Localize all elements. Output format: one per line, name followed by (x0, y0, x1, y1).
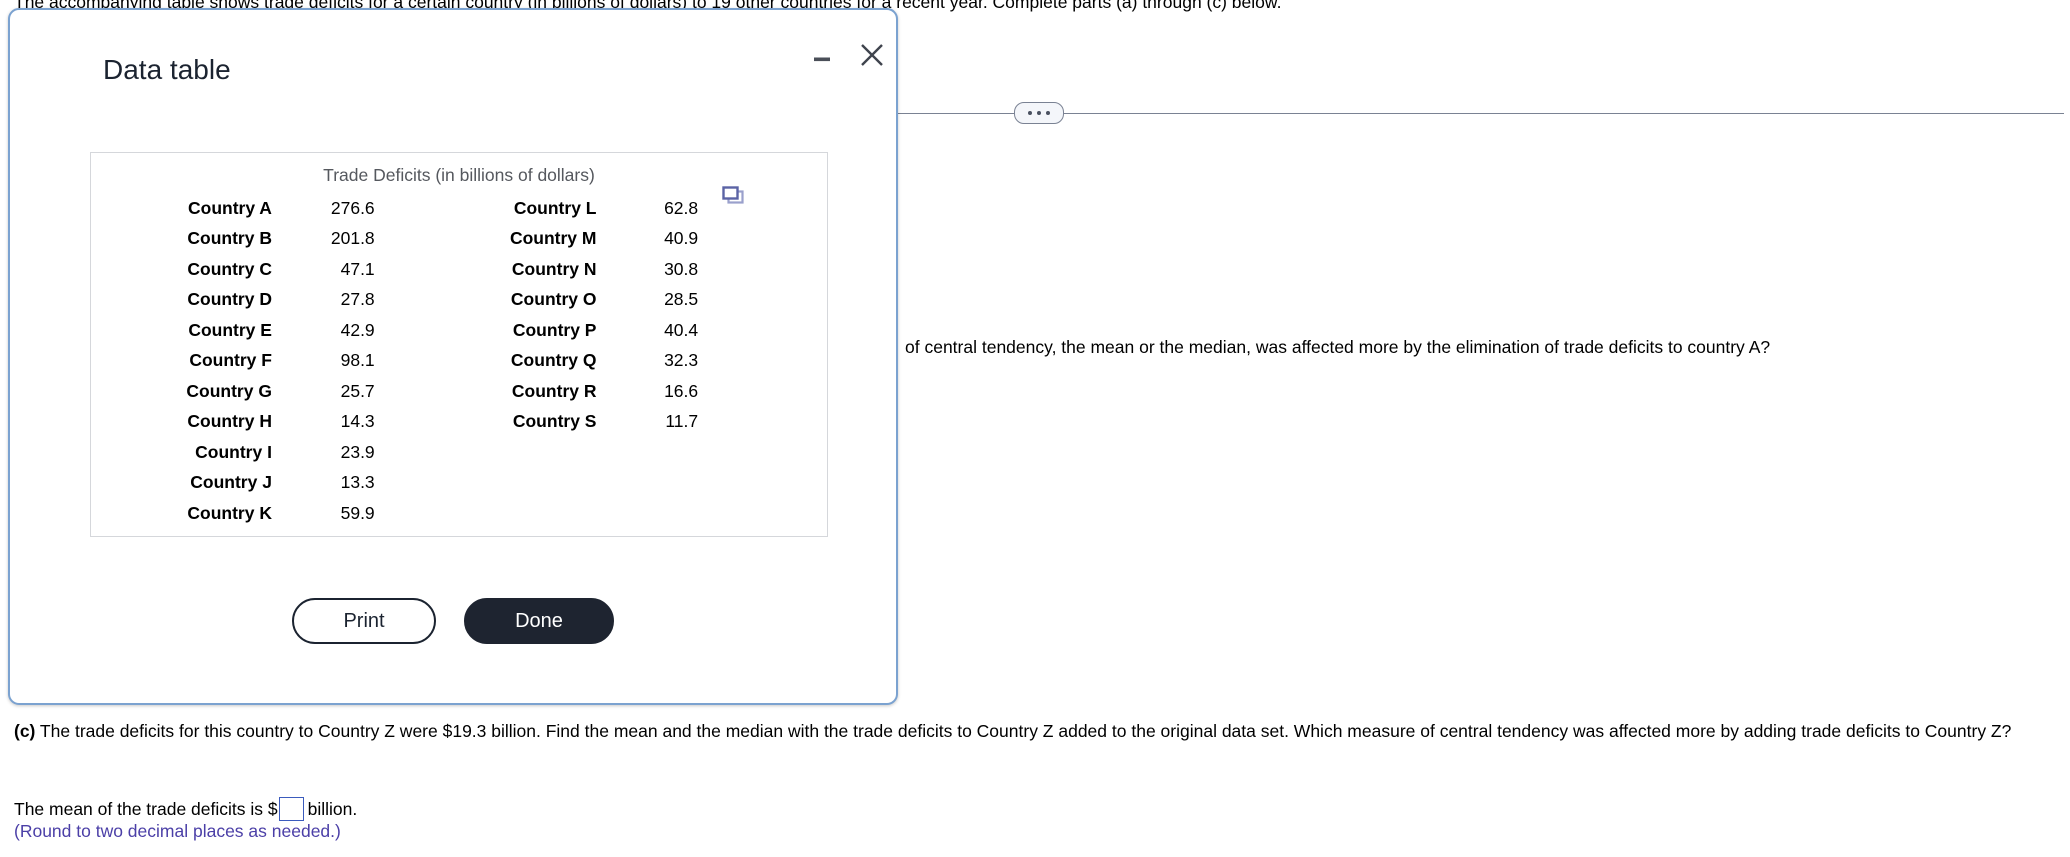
country-name: Country Q (510, 350, 597, 371)
country-value: 47.1 (340, 258, 375, 279)
table-spacer (720, 315, 827, 346)
country-name: Country E (188, 319, 272, 340)
mean-answer-prefix: The mean of the trade deficits is $ (14, 799, 278, 819)
table-spacer (720, 468, 827, 499)
part-b-text: of central tendency, the mean or the med… (905, 337, 1771, 357)
close-icon[interactable] (855, 38, 889, 72)
dialog-title: Data table (103, 54, 231, 85)
country-name (393, 468, 597, 499)
country-value: 276.6 (330, 197, 375, 218)
country-name (393, 498, 597, 529)
table-row: Country B 201.8 Country M 40.9 (91, 224, 827, 255)
country-name: Country I (195, 441, 272, 462)
rounding-hint: (Round to two decimal places as needed.) (14, 821, 341, 841)
dialog-actions: Print Done (10, 598, 896, 644)
table-row: Country K 59.9 (91, 498, 827, 529)
country-name: Country O (510, 289, 597, 310)
country-name: Country A (188, 197, 272, 218)
table-spacer (720, 498, 827, 529)
table-row: Country D 27.8 Country O 28.5 (91, 285, 827, 316)
data-table-dialog: Data table Trade Deficits (in billions o… (8, 8, 898, 705)
table-row: Country J 13.3 (91, 468, 827, 499)
minimize-icon[interactable] (806, 43, 838, 75)
ellipsis-dot (1046, 111, 1050, 115)
part-c-question: (c) The trade deficits for this country … (14, 719, 2060, 743)
country-value: 16.6 (664, 380, 699, 401)
table-spacer (720, 224, 827, 255)
copy-icon[interactable] (722, 186, 746, 208)
country-value: 201.8 (330, 228, 375, 249)
ellipsis-dot (1037, 111, 1041, 115)
mean-answer-suffix: billion. (307, 799, 358, 819)
country-value: 13.3 (340, 472, 375, 493)
mean-answer-line: The mean of the trade deficits is $ bill… (14, 797, 357, 821)
table-spacer (720, 346, 827, 377)
table-spacer (720, 376, 827, 407)
table-row: Country C 47.1 Country N 30.8 (91, 254, 827, 285)
country-name: Country S (512, 411, 597, 432)
table-row: Country I 23.9 (91, 437, 827, 468)
table-row: Country G 25.7 Country R 16.6 (91, 376, 827, 407)
part-c-label: (c) (14, 721, 36, 741)
done-button[interactable]: Done (464, 598, 614, 644)
country-value: 23.9 (340, 441, 375, 462)
country-value: 59.9 (340, 502, 375, 523)
country-name: Country D (187, 289, 272, 310)
print-button[interactable]: Print (292, 598, 436, 644)
table-caption: Trade Deficits (in billions of dollars) (323, 165, 595, 185)
country-name: Country N (511, 258, 597, 279)
country-value: 25.7 (340, 380, 375, 401)
table-row: Country F 98.1 Country Q 32.3 (91, 346, 827, 377)
country-value: 27.8 (340, 289, 375, 310)
country-value: 62.8 (664, 197, 699, 218)
country-value: 11.7 (665, 411, 699, 432)
country-name: Country G (186, 380, 272, 401)
part-c-text: The trade deficits for this country to C… (35, 721, 2012, 741)
country-name: Country F (189, 350, 272, 371)
table-spacer (720, 437, 827, 468)
country-name: Country P (512, 319, 597, 340)
country-name: Country C (187, 258, 272, 279)
country-value (596, 468, 720, 499)
table-spacer (720, 285, 827, 316)
country-name (393, 437, 597, 468)
table-row: Country A 276.6 Country L 62.8 (91, 193, 827, 224)
country-value: 40.4 (664, 319, 699, 340)
country-value (596, 437, 720, 468)
country-value: 98.1 (340, 350, 375, 371)
country-name: Country B (187, 228, 272, 249)
ellipsis-dot (1028, 111, 1032, 115)
table-body: Country A 276.6 Country L 62.8 Country B… (91, 193, 827, 529)
country-name: Country H (187, 411, 272, 432)
country-value: 30.8 (664, 258, 699, 279)
country-value: 32.3 (664, 350, 699, 371)
country-name: Country K (187, 502, 272, 523)
country-value: 28.5 (664, 289, 699, 310)
country-name: Country J (190, 472, 272, 493)
table-row: Country E 42.9 Country P 40.4 (91, 315, 827, 346)
country-value: 40.9 (664, 228, 699, 249)
table-spacer (720, 407, 827, 438)
country-value (596, 498, 720, 529)
country-value: 14.3 (340, 411, 375, 432)
country-name: Country L (513, 197, 597, 218)
trade-deficits-table: Country A 276.6 Country L 62.8 Country B… (91, 193, 827, 529)
table-row: Country H 14.3 Country S 11.7 (91, 407, 827, 438)
table-spacer (720, 254, 827, 285)
country-name: Country R (511, 380, 597, 401)
ellipsis-icon[interactable] (1014, 102, 1064, 124)
country-value: 42.9 (340, 319, 375, 340)
country-name: Country M (509, 228, 597, 249)
mean-answer-input[interactable] (278, 797, 304, 821)
data-table-card: Trade Deficits (in billions of dollars) … (90, 152, 828, 537)
